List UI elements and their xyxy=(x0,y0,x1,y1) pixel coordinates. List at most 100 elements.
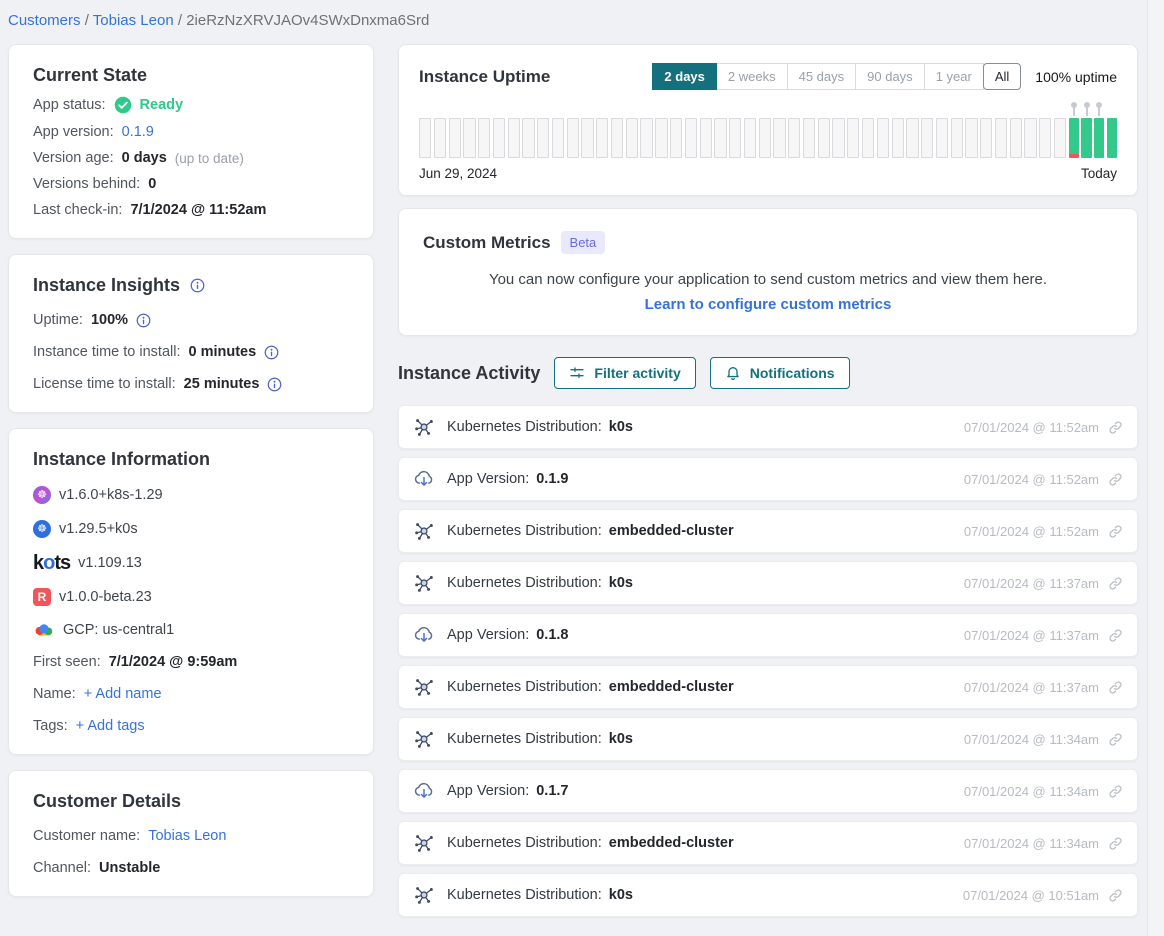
uptime-range-button[interactable]: All xyxy=(983,63,1021,90)
uptime-bar-empty[interactable] xyxy=(877,118,889,158)
name-row: Name: + Add name xyxy=(33,686,349,702)
uptime-bar-empty[interactable] xyxy=(773,118,785,158)
uptime-bar-empty[interactable] xyxy=(995,118,1007,158)
uptime-bar-empty[interactable] xyxy=(1054,118,1066,158)
uptime-range-button[interactable]: 2 weeks xyxy=(716,63,788,90)
k0s-icon: ☸ xyxy=(33,520,51,538)
uptime-bar-empty[interactable] xyxy=(596,118,608,158)
permalink-icon[interactable] xyxy=(1108,888,1123,903)
uptime-bar-empty[interactable] xyxy=(685,118,697,158)
uptime-bar-empty[interactable] xyxy=(818,118,830,158)
info-icon[interactable] xyxy=(136,313,151,328)
uptime-bar-empty[interactable] xyxy=(759,118,771,158)
activity-row[interactable]: Kubernetes Distribution: embedded-cluste… xyxy=(398,821,1138,865)
activity-row[interactable]: Kubernetes Distribution: embedded-cluste… xyxy=(398,509,1138,553)
uptime-bar-empty[interactable] xyxy=(493,118,505,158)
activity-row[interactable]: Kubernetes Distribution: embedded-cluste… xyxy=(398,665,1138,709)
uptime-bar-empty[interactable] xyxy=(788,118,800,158)
activity-label: Kubernetes Distribution: xyxy=(447,887,602,903)
uptime-bar-empty[interactable] xyxy=(478,118,490,158)
uptime-bar-empty[interactable] xyxy=(508,118,520,158)
uptime-bar-empty[interactable] xyxy=(862,118,874,158)
uptime-bar-empty[interactable] xyxy=(670,118,682,158)
uptime-bar-empty[interactable] xyxy=(419,118,431,158)
app-version-link[interactable]: 0.1.9 xyxy=(122,124,154,140)
activity-row[interactable]: Kubernetes Distribution: k0s 07/01/2024 … xyxy=(398,561,1138,605)
permalink-icon[interactable] xyxy=(1108,784,1123,799)
uptime-bar-empty[interactable] xyxy=(522,118,534,158)
permalink-icon[interactable] xyxy=(1108,472,1123,487)
uptime-bar-empty[interactable] xyxy=(965,118,977,158)
uptime-bar-empty[interactable] xyxy=(936,118,948,158)
add-name-button[interactable]: + Add name xyxy=(84,686,162,702)
uptime-bar-up[interactable] xyxy=(1081,118,1091,158)
info-icon[interactable] xyxy=(267,377,282,392)
uptime-bar-empty[interactable] xyxy=(729,118,741,158)
current-state-card: Current State App status: Ready App vers… xyxy=(8,44,374,239)
permalink-icon[interactable] xyxy=(1108,524,1123,539)
uptime-bar-empty[interactable] xyxy=(655,118,667,158)
activity-row[interactable]: App Version: 0.1.8 07/01/2024 @ 11:37am xyxy=(398,613,1138,657)
uptime-bar-empty[interactable] xyxy=(1024,118,1036,158)
activity-row[interactable]: Kubernetes Distribution: k0s 07/01/2024 … xyxy=(398,405,1138,449)
uptime-bar-up-with-incident[interactable] xyxy=(1069,118,1079,158)
uptime-bar-empty[interactable] xyxy=(921,118,933,158)
uptime-bar-empty[interactable] xyxy=(581,118,593,158)
permalink-icon[interactable] xyxy=(1108,680,1123,695)
breadcrumb-item[interactable]: Customers xyxy=(8,12,81,29)
uptime-bar-empty[interactable] xyxy=(626,118,638,158)
breadcrumb-item[interactable]: Tobias Leon xyxy=(85,12,174,29)
add-tags-button[interactable]: + Add tags xyxy=(76,718,145,734)
info-icon[interactable] xyxy=(190,278,205,293)
activity-value: 0.1.9 xyxy=(536,471,568,487)
activity-row[interactable]: App Version: 0.1.9 07/01/2024 @ 11:52am xyxy=(398,457,1138,501)
uptime-bar-empty[interactable] xyxy=(1039,118,1051,158)
filter-activity-button[interactable]: Filter activity xyxy=(554,357,695,389)
last-checkin-value: 7/1/2024 @ 11:52am xyxy=(130,202,266,218)
uptime-range-button[interactable]: 45 days xyxy=(787,63,857,90)
version-row: kots v1.109.13 xyxy=(33,554,349,572)
uptime-bar-empty[interactable] xyxy=(951,118,963,158)
uptime-bar-empty[interactable] xyxy=(537,118,549,158)
uptime-bar-empty[interactable] xyxy=(449,118,461,158)
uptime-bar-empty[interactable] xyxy=(906,118,918,158)
uptime-bar-empty[interactable] xyxy=(744,118,756,158)
permalink-icon[interactable] xyxy=(1108,732,1123,747)
activity-row[interactable]: Kubernetes Distribution: k0s 07/01/2024 … xyxy=(398,873,1138,917)
uptime-range-button[interactable]: 1 year xyxy=(924,63,984,90)
activity-row[interactable]: Kubernetes Distribution: k0s 07/01/2024 … xyxy=(398,717,1138,761)
permalink-icon[interactable] xyxy=(1108,836,1123,851)
uptime-bar-empty[interactable] xyxy=(832,118,844,158)
info-icon[interactable] xyxy=(264,345,279,360)
uptime-bar-empty[interactable] xyxy=(552,118,564,158)
uptime-range-button[interactable]: 2 days xyxy=(652,63,716,90)
scrollbar-track[interactable] xyxy=(1147,0,1164,936)
uptime-bar-empty[interactable] xyxy=(847,118,859,158)
uptime-bar-up[interactable] xyxy=(1094,118,1104,158)
notifications-button[interactable]: Notifications xyxy=(710,357,850,389)
uptime-bar-empty[interactable] xyxy=(803,118,815,158)
permalink-icon[interactable] xyxy=(1108,628,1123,643)
uptime-bar-empty[interactable] xyxy=(892,118,904,158)
app-version-cloud-icon xyxy=(413,624,435,646)
uptime-bar-empty[interactable] xyxy=(700,118,712,158)
uptime-bar-empty[interactable] xyxy=(980,118,992,158)
kubernetes-icon xyxy=(413,572,435,594)
uptime-bar-empty[interactable] xyxy=(463,118,475,158)
customer-name-row: Customer name: Tobias Leon xyxy=(33,828,349,844)
permalink-icon[interactable] xyxy=(1108,420,1123,435)
configure-metrics-link[interactable]: Learn to configure custom metrics xyxy=(645,296,892,313)
uptime-bar-up[interactable] xyxy=(1107,118,1117,158)
uptime-bar-empty[interactable] xyxy=(640,118,652,158)
uptime-range-button[interactable]: 90 days xyxy=(855,63,925,90)
app-version-cloud-icon xyxy=(413,780,435,802)
activity-row[interactable]: App Version: 0.1.7 07/01/2024 @ 11:34am xyxy=(398,769,1138,813)
uptime-bar-empty[interactable] xyxy=(714,118,726,158)
uptime-bar-empty[interactable] xyxy=(567,118,579,158)
uptime-bar-empty[interactable] xyxy=(1010,118,1022,158)
uptime-bar-empty[interactable] xyxy=(611,118,623,158)
app-status-row: App status: Ready xyxy=(33,96,349,114)
uptime-bar-empty[interactable] xyxy=(434,118,446,158)
permalink-icon[interactable] xyxy=(1108,576,1123,591)
customer-name-link[interactable]: Tobias Leon xyxy=(148,828,226,844)
